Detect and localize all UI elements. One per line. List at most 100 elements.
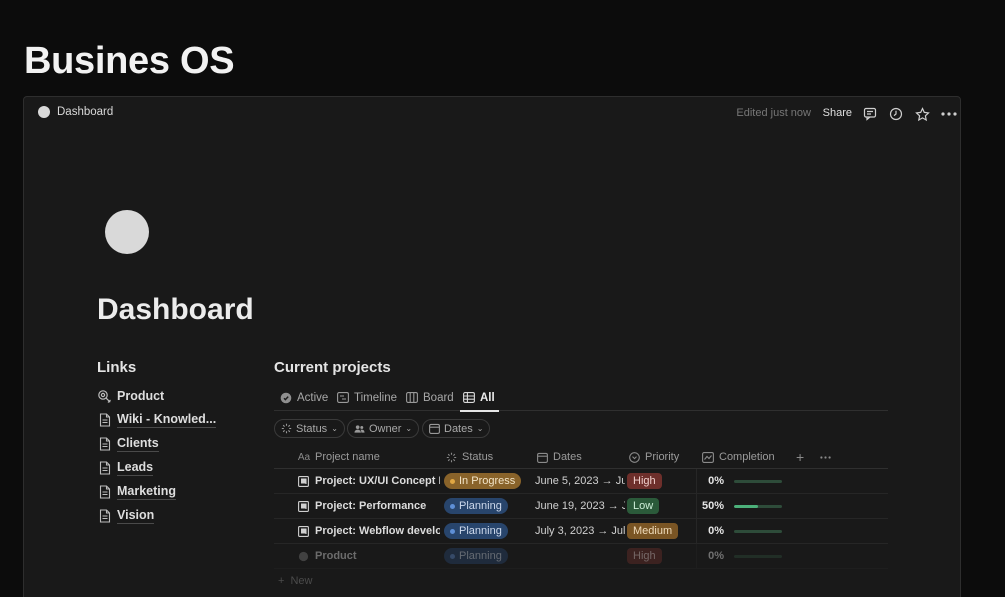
table-header: Aa Project name Status Dates Priority Co… <box>274 445 888 469</box>
breadcrumb[interactable]: Dashboard <box>38 106 113 118</box>
history-icon[interactable] <box>887 105 905 123</box>
project-name-cell[interactable]: Project: Webflow development <box>298 519 440 543</box>
completion-cell[interactable]: 0% <box>697 519 887 543</box>
table-body: Project: UX/UI Concept Design In Progress… <box>274 469 888 569</box>
status-cell[interactable]: Planning <box>444 494 530 518</box>
chevron-down-icon: ⌄ <box>331 424 338 433</box>
status-badge: Planning <box>444 498 508 514</box>
people-icon <box>354 423 365 434</box>
completion-bar-fill <box>734 504 758 508</box>
links-heading: Links <box>97 359 137 376</box>
share-button[interactable]: Share <box>823 107 852 119</box>
link-label: Clients <box>117 436 159 452</box>
project-name: Project: Performance <box>315 500 427 512</box>
status-badge: Planning <box>444 523 508 539</box>
column-divider <box>696 494 697 518</box>
link-product[interactable]: Product <box>97 384 216 408</box>
more-icon[interactable] <box>820 445 831 469</box>
top-actions: Edited just now Share <box>660 105 960 123</box>
completion-bar <box>734 554 782 558</box>
project-name-cell[interactable]: Product <box>298 544 440 568</box>
page-icon-circle[interactable] <box>105 210 149 254</box>
active-icon <box>280 392 292 404</box>
table-row[interactable]: Product Planning High 0% <box>274 544 888 569</box>
status-cell[interactable]: Planning <box>444 519 530 543</box>
tab-timeline[interactable]: Timeline <box>337 384 397 411</box>
more-icon[interactable] <box>940 105 958 123</box>
completion-cell[interactable]: 50% <box>697 494 887 518</box>
status-filter[interactable]: Status ⌄ <box>274 419 345 438</box>
dates-cell[interactable]: June 19, 2023 → July 3, 2023 <box>535 494 625 518</box>
status-cell[interactable]: In Progress <box>444 469 530 493</box>
new-row-button[interactable]: + New <box>278 575 312 587</box>
project-name-cell[interactable]: Project: UX/UI Concept Design <box>298 469 440 493</box>
product-icon <box>298 551 309 562</box>
page-dot-icon <box>38 106 50 118</box>
tab-all[interactable]: All <box>460 384 499 412</box>
priority-cell[interactable]: High <box>627 469 693 493</box>
completion-cell[interactable]: 0% <box>697 544 887 568</box>
column-status[interactable]: Status <box>445 445 493 469</box>
tab-board[interactable]: Board <box>406 384 454 411</box>
dates-cell[interactable]: July 3, 2023 → July 17, 2023 <box>535 519 625 543</box>
column-completion[interactable]: Completion <box>702 445 775 469</box>
project-name: Product <box>315 550 357 562</box>
link-label: Vision <box>117 508 155 524</box>
tab-active[interactable]: Active <box>280 384 328 411</box>
priority-badge: Medium <box>627 523 679 539</box>
project-icon <box>298 475 309 487</box>
table-row[interactable]: Project: Webflow development Planning July… <box>274 519 888 544</box>
priority-cell[interactable]: Low <box>627 494 693 518</box>
links-list: Product Wiki - Knowled... Clients Leads … <box>97 384 217 528</box>
link-marketing[interactable]: Marketing <box>97 480 216 504</box>
filter-bar: Status ⌄ Owner ⌄ Dates ⌄ <box>274 419 514 439</box>
priority-badge: High <box>627 548 662 564</box>
link-wiki[interactable]: Wiki - Knowled... <box>97 408 217 432</box>
link-leads[interactable]: Leads <box>97 456 216 480</box>
completion-cell[interactable]: 0% <box>697 469 887 493</box>
chevron-down-icon: ⌄ <box>405 424 413 433</box>
status-dot <box>450 528 455 534</box>
dates-cell[interactable]: June 5, 2023 → June 20, 2023 <box>535 469 625 493</box>
page-icon <box>97 509 112 524</box>
star-icon[interactable] <box>913 105 931 123</box>
completion-bar <box>734 529 782 533</box>
comment-icon[interactable] <box>861 105 879 123</box>
dates-filter[interactable]: Dates ⌄ <box>422 419 491 438</box>
page-title[interactable]: Dashboard <box>97 293 254 327</box>
column-priority[interactable]: Priority <box>628 445 679 469</box>
tab-label: Timeline <box>354 391 398 404</box>
status-label: Planning <box>459 525 502 537</box>
column-divider <box>696 469 697 493</box>
completion-percent: 0% <box>708 475 724 487</box>
new-label: New <box>290 575 313 587</box>
add-column-button[interactable]: + <box>796 445 804 469</box>
table-icon <box>463 392 475 404</box>
view-tabs: Active Timeline Board All <box>274 384 888 412</box>
table-row[interactable]: Project: UX/UI Concept Design In Progress… <box>274 469 888 494</box>
tab-label: Board <box>423 391 454 404</box>
column-project-name[interactable]: Aa Project name <box>298 445 380 469</box>
calendar-icon <box>536 451 548 463</box>
plus-icon: + <box>278 575 285 587</box>
link-clients[interactable]: Clients <box>97 432 216 456</box>
table-row[interactable]: Project: Performance Planning June 19, 202… <box>274 494 888 519</box>
priority-cell[interactable]: High <box>627 544 693 568</box>
project-name: Project: Webflow development <box>315 525 440 537</box>
priority-cell[interactable]: Medium <box>627 519 693 543</box>
column-label: Project name <box>315 451 380 463</box>
dates-cell[interactable] <box>535 544 625 568</box>
link-vision[interactable]: Vision <box>97 504 216 528</box>
page-icon <box>97 485 112 500</box>
column-label: Dates <box>553 451 582 463</box>
column-divider <box>696 544 697 568</box>
column-label: Status <box>462 451 494 463</box>
owner-filter[interactable]: Owner ⌄ <box>347 419 420 438</box>
column-dates[interactable]: Dates <box>536 445 582 469</box>
project-name-cell[interactable]: Project: Performance <box>298 494 440 518</box>
status-label: In Progress <box>459 475 516 487</box>
chevron-down-icon: ⌄ <box>476 424 484 433</box>
completion-bar <box>734 504 782 508</box>
link-label: Wiki - Knowled... <box>117 412 217 428</box>
status-cell[interactable]: Planning <box>444 544 530 568</box>
